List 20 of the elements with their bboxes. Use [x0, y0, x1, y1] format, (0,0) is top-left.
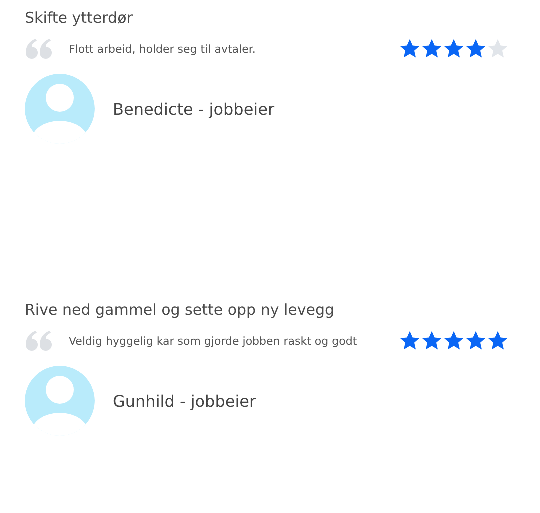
quote-icon	[25, 38, 53, 60]
author-name: Gunhild - jobbeier	[113, 392, 256, 410]
avatar-icon	[25, 366, 95, 436]
star-icon	[487, 38, 509, 60]
review-title: Skifte ytterdør	[25, 8, 134, 28]
author-name: Benedicte - jobbeier	[113, 100, 275, 118]
avatar-icon	[25, 74, 95, 144]
star-icon	[465, 38, 487, 60]
review-title: Rive ned gammel og sette opp ny levegg	[25, 300, 336, 320]
review-comment: Veldig hyggelig kar som gjorde jobben raskt og godt	[69, 334, 358, 348]
star-icon	[487, 330, 509, 352]
star-icon	[465, 330, 487, 352]
star-icon	[399, 38, 421, 60]
star-icon	[421, 330, 443, 352]
review-comment: Flott arbeid, holder seg til avtaler.	[69, 42, 257, 56]
star-icon	[421, 38, 443, 60]
star-icon	[399, 330, 421, 352]
star-icon	[443, 330, 465, 352]
quote-icon	[25, 330, 53, 352]
star-icon	[443, 38, 465, 60]
